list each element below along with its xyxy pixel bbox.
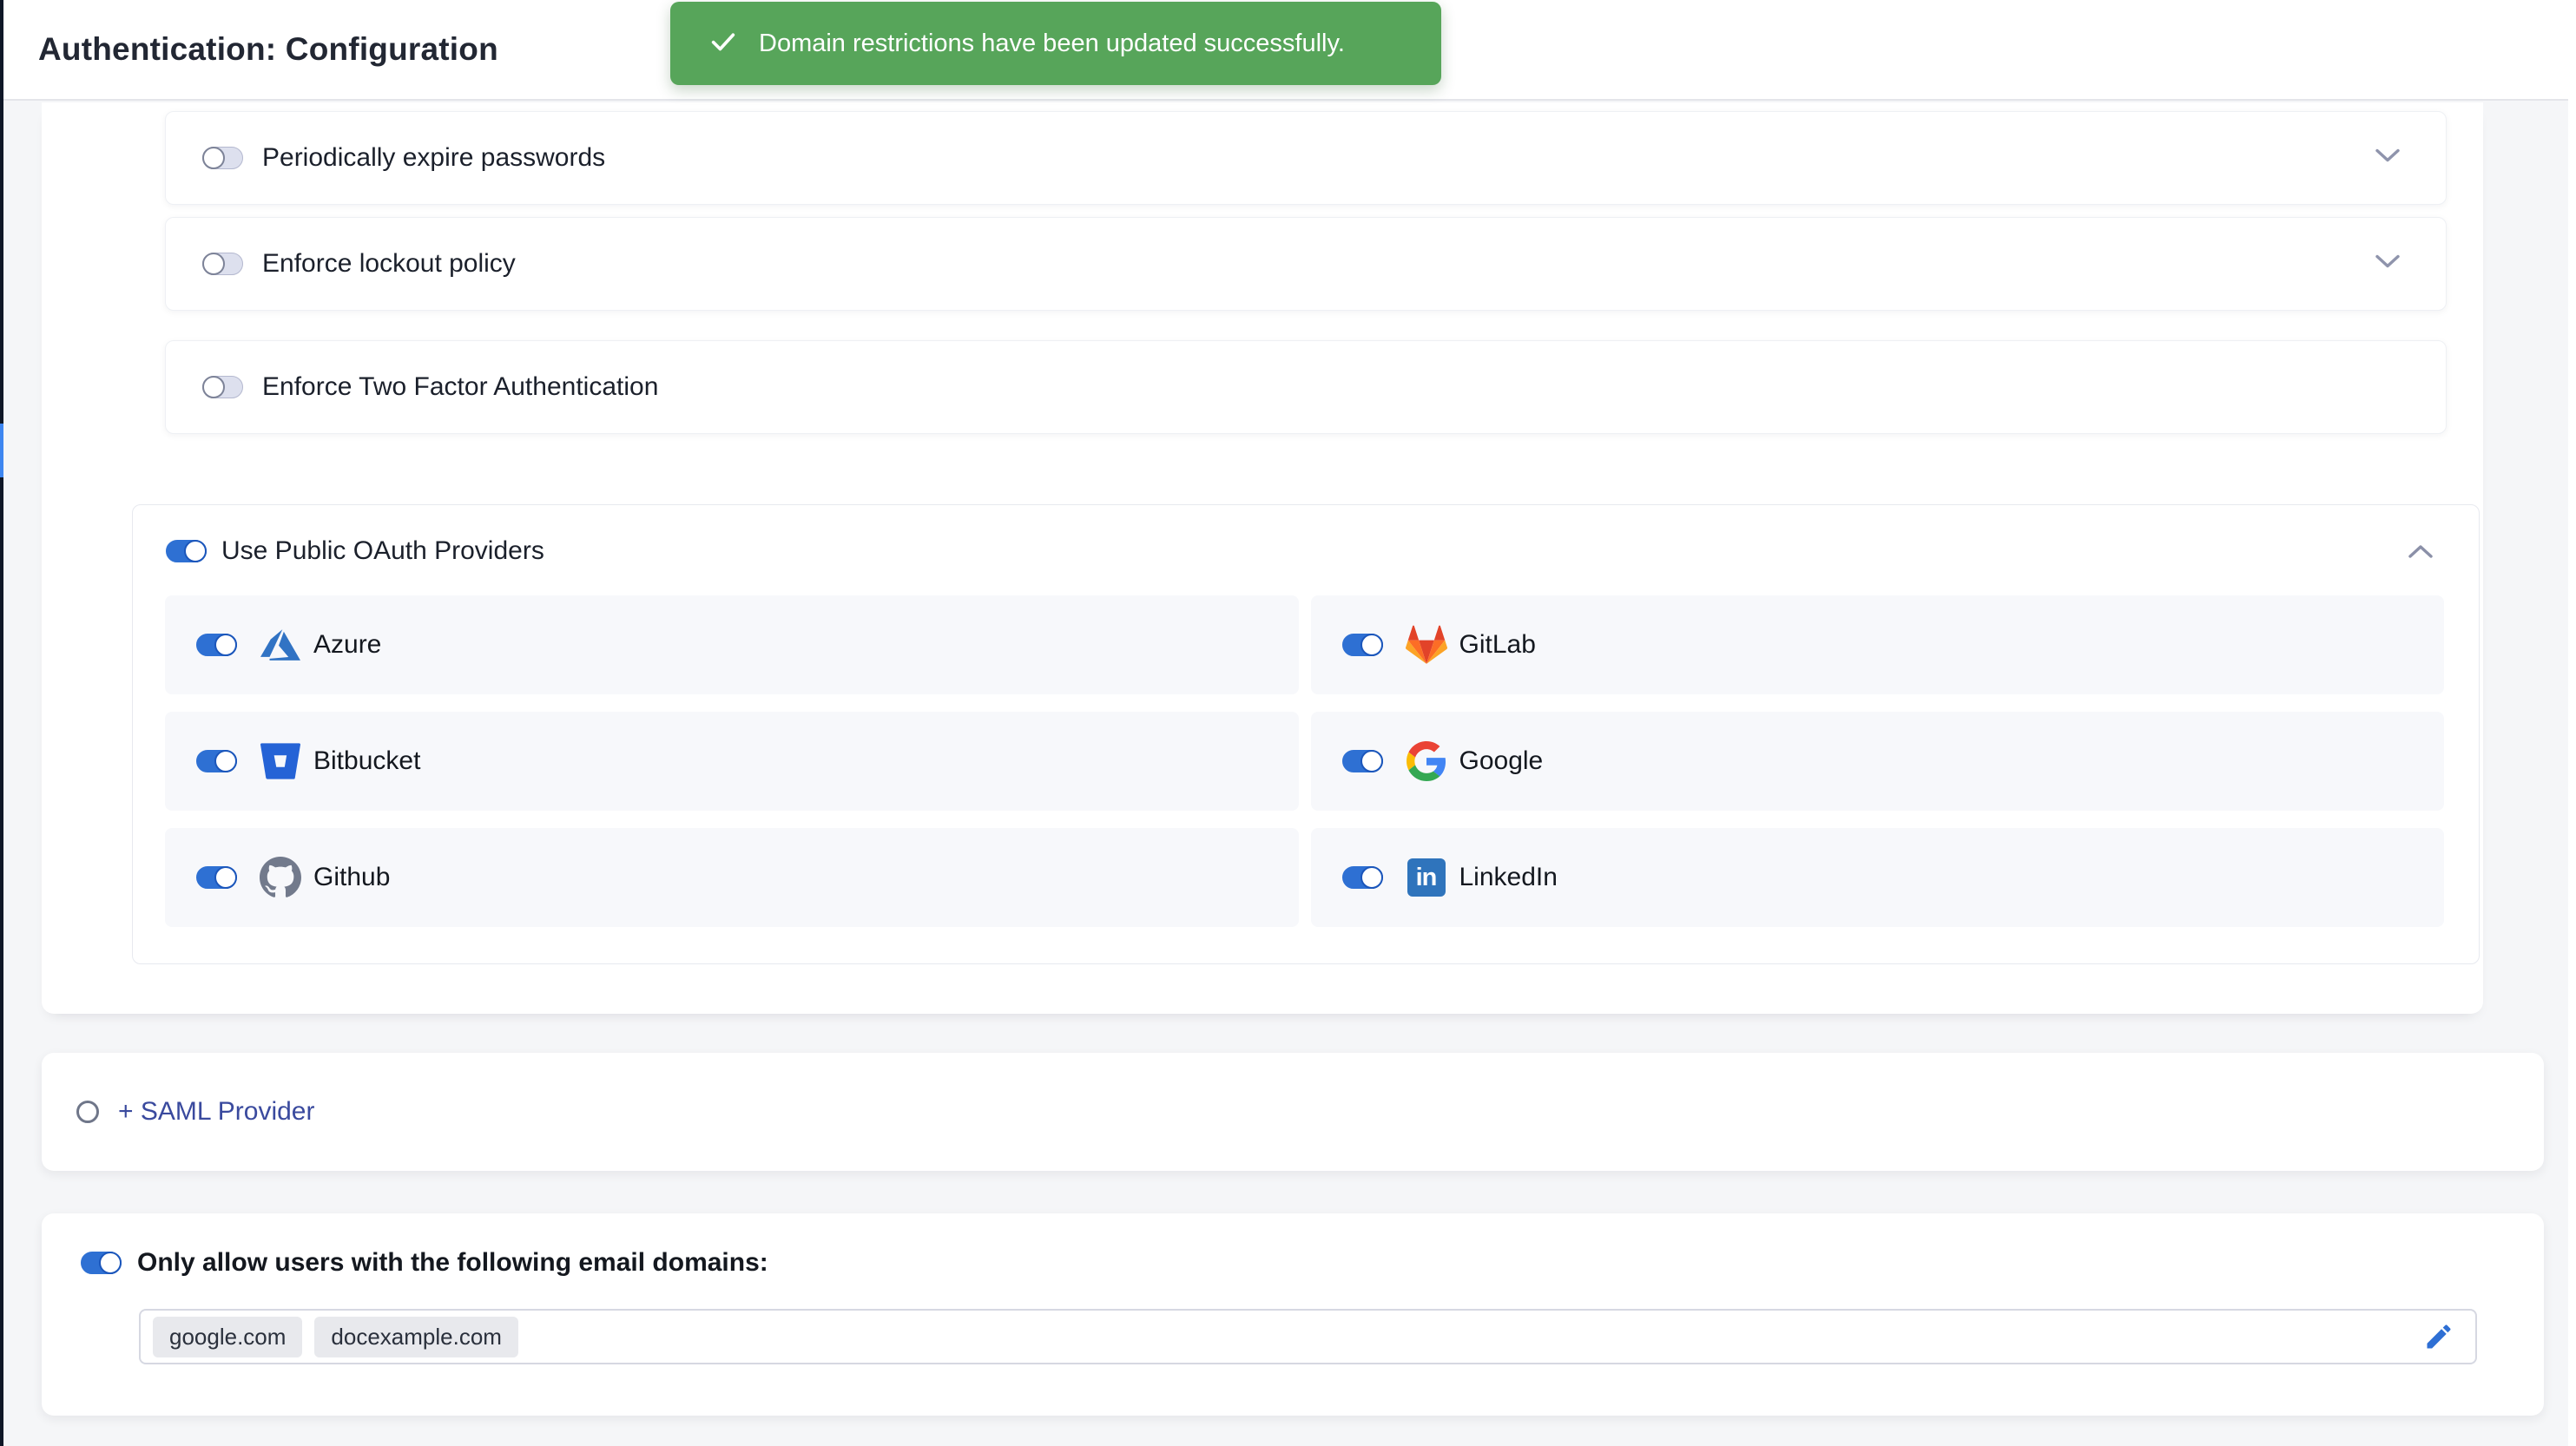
toggle-linkedin[interactable] [1342,866,1383,889]
toggle-knob [1360,750,1383,772]
toggle-knob [202,253,225,275]
toggle-lockout-policy[interactable] [202,253,243,275]
toggle-expire-passwords[interactable] [202,147,243,169]
provider-name: Github [313,863,390,892]
sidebar-active-indicator [0,424,3,477]
setting-row-lockout-policy[interactable]: Enforce lockout policy [165,217,2447,311]
toggle-knob [99,1252,122,1274]
toggle-two-factor[interactable] [202,376,243,398]
provider-row-linkedin: in LinkedIn [1311,828,2445,927]
provider-name: Google [1459,746,1544,776]
scrollbar-track[interactable] [2568,0,2576,1446]
toast-message: Domain restrictions have been updated su… [759,30,1345,58]
toggle-oauth-providers[interactable] [166,540,207,562]
email-domains-card: Only allow users with the following emai… [42,1213,2544,1416]
toggle-knob [1360,866,1383,889]
provider-name: LinkedIn [1459,863,1558,892]
domain-tag: google.com [153,1317,302,1357]
toggle-knob [1360,634,1383,656]
security-settings-panel: Periodically expire passwords Enforce lo… [42,102,2483,1014]
setting-row-two-factor[interactable]: Enforce Two Factor Authentication [165,340,2447,434]
saml-provider-card: + SAML Provider [42,1053,2544,1171]
setting-label: Enforce Two Factor Authentication [262,372,658,402]
edit-pencil-icon[interactable] [2421,1319,2456,1354]
github-icon [260,857,301,898]
toggle-gitlab[interactable] [1342,634,1383,656]
gitlab-icon [1406,624,1447,666]
bitbucket-icon [260,740,301,782]
provider-row-gitlab: GitLab [1311,595,2445,694]
email-domains-input[interactable]: google.com docexample.com [139,1309,2477,1364]
provider-row-github: Github [165,828,1299,927]
email-domains-label: Only allow users with the following emai… [137,1248,768,1278]
toggle-knob [202,147,225,169]
chevron-up-icon[interactable] [2408,543,2434,563]
oauth-header: Use Public OAuth Providers [133,505,2479,595]
page-title: Authentication: Configuration [38,0,498,99]
toggle-google[interactable] [1342,750,1383,772]
provider-name: GitLab [1459,630,1536,660]
toggle-bitbucket[interactable] [196,750,237,772]
toggle-knob [184,540,207,562]
google-icon [1406,740,1447,782]
azure-icon [260,624,301,666]
toggle-knob [214,750,237,772]
add-saml-provider-link[interactable]: + SAML Provider [118,1097,314,1127]
chevron-down-icon[interactable] [2375,254,2401,274]
success-toast[interactable]: Domain restrictions have been updated su… [670,2,1441,85]
provider-row-google: Google [1311,712,2445,811]
toggle-email-domains[interactable] [81,1252,122,1274]
saml-radio[interactable] [76,1101,99,1123]
chevron-down-icon[interactable] [2375,148,2401,168]
provider-row-bitbucket: Bitbucket [165,712,1299,811]
toggle-knob [202,376,225,398]
toggle-knob [214,634,237,656]
toggle-github[interactable] [196,866,237,889]
toggle-azure[interactable] [196,634,237,656]
provider-name: Azure [313,630,381,660]
toggle-knob [214,866,237,889]
check-icon [708,27,738,61]
oauth-section: Use Public OAuth Providers Azure [132,504,2480,964]
oauth-provider-grid: Azure G [165,595,2444,927]
setting-label: Enforce lockout policy [262,249,516,279]
collapsed-sidebar-edge[interactable] [0,0,3,1446]
setting-label: Periodically expire passwords [262,143,605,173]
provider-name: Bitbucket [313,746,420,776]
domain-tag: docexample.com [314,1317,518,1357]
linkedin-icon: in [1406,857,1447,898]
provider-row-azure: Azure [165,595,1299,694]
setting-row-expire-passwords[interactable]: Periodically expire passwords [165,111,2447,205]
page-root: Authentication: Configuration Domain res… [0,0,2576,1446]
oauth-section-label: Use Public OAuth Providers [221,505,544,597]
